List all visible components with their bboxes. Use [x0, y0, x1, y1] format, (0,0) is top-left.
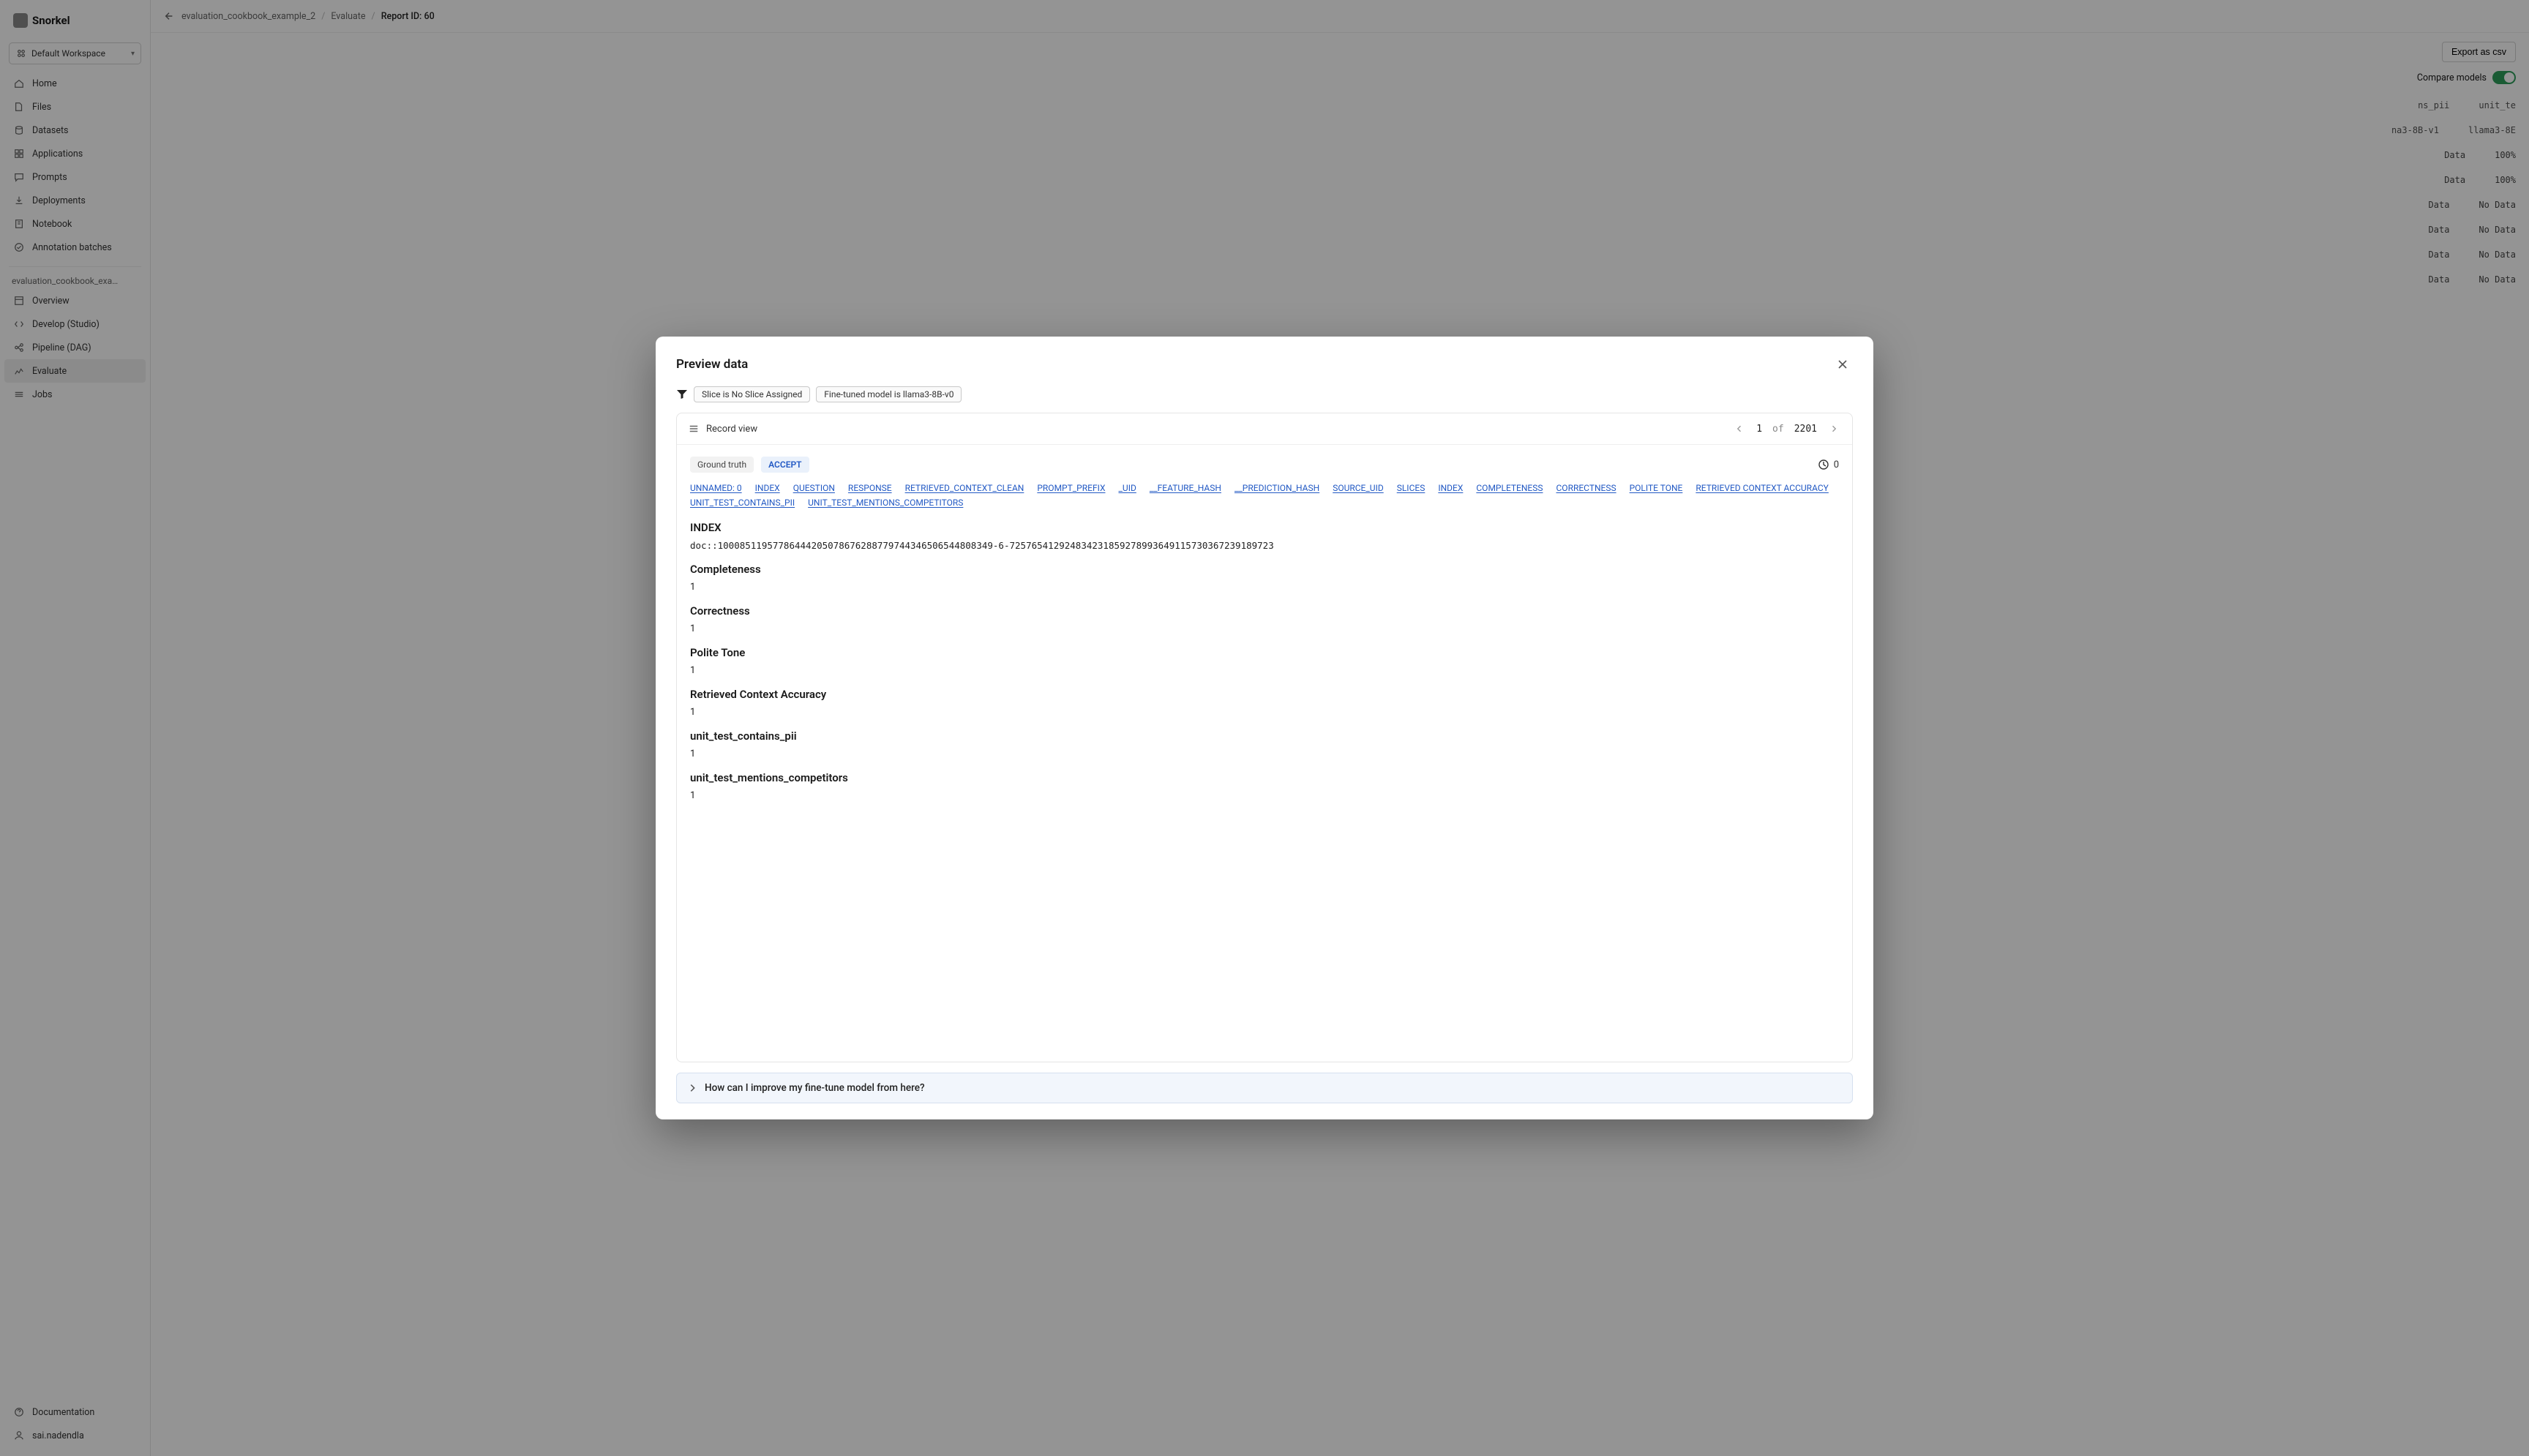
section-title: Polite Tone — [690, 646, 1839, 659]
filter-icon — [676, 389, 688, 400]
section-title: Completeness — [690, 563, 1839, 576]
field-link[interactable]: UNIT_TEST_MENTIONS_COMPETITORS — [808, 498, 963, 508]
filter-chip-slice[interactable]: Slice is No Slice Assigned — [694, 386, 810, 402]
field-link[interactable]: RETRIEVED_CONTEXT_CLEAN — [905, 483, 1024, 493]
field-link[interactable]: INDEX — [755, 483, 780, 493]
chevron-right-icon — [687, 1083, 697, 1093]
sections: INDEXdoc::100085119577864442050786762887… — [690, 521, 1839, 801]
section-value: 1 — [690, 582, 1839, 593]
pager: 1 of 2201 — [1733, 422, 1840, 435]
section-title: INDEX — [690, 521, 1839, 534]
record-section: unit_test_contains_pii 1 — [690, 729, 1839, 759]
help-text: How can I improve my fine-tune model fro… — [705, 1082, 925, 1094]
preview-data-modal: Preview data Slice is No Slice Assigned … — [656, 337, 1873, 1119]
ground-truth-row: Ground truth ACCEPT 0 — [690, 457, 1839, 473]
record-body: Ground truth ACCEPT 0 UNNAMED: 0 INDEX QUE… — [677, 445, 1852, 1062]
section-value: 1 — [690, 665, 1839, 676]
field-link[interactable]: CORRECTNESS — [1556, 483, 1616, 493]
field-link[interactable]: POLITE TONE — [1630, 483, 1683, 493]
accept-pill: ACCEPT — [761, 457, 809, 473]
field-link[interactable]: SOURCE_UID — [1333, 483, 1384, 493]
field-link[interactable]: __PREDICTION_HASH — [1234, 483, 1319, 493]
pager-next[interactable] — [1827, 422, 1840, 435]
section-value: doc::10008511957786444205078676288779744… — [690, 540, 1839, 551]
time-count: 0 — [1834, 459, 1839, 470]
section-title: Correctness — [690, 604, 1839, 618]
record-section: Correctness 1 — [690, 604, 1839, 634]
clock-icon — [1818, 459, 1829, 470]
section-value: 1 — [690, 623, 1839, 634]
field-link[interactable]: COMPLETENESS — [1476, 483, 1543, 493]
field-link[interactable]: UNIT_TEST_CONTAINS_PII — [690, 498, 795, 508]
ground-truth-label: Ground truth — [690, 457, 754, 473]
field-link[interactable]: PROMPT_PREFIX — [1037, 483, 1105, 493]
field-link[interactable]: RESPONSE — [848, 483, 892, 493]
record-view[interactable]: Record view — [689, 424, 757, 435]
record-section: Retrieved Context Accuracy 1 — [690, 688, 1839, 718]
field-link[interactable]: UNNAMED: 0 — [690, 483, 742, 493]
record-section: Polite Tone 1 — [690, 646, 1839, 676]
record-header: Record view 1 of 2201 — [677, 413, 1852, 445]
pager-current: 1 — [1756, 424, 1762, 435]
close-icon — [1837, 359, 1848, 370]
section-title: unit_test_mentions_competitors — [690, 771, 1839, 784]
section-title: unit_test_contains_pii — [690, 729, 1839, 743]
filter-chip-model[interactable]: Fine-tuned model is llama3-8B-v0 — [816, 386, 962, 402]
section-value: 1 — [690, 707, 1839, 718]
field-link[interactable]: RETRIEVED CONTEXT ACCURACY — [1696, 483, 1829, 493]
field-links: UNNAMED: 0 INDEX QUESTION RESPONSE RETRIEVED… — [690, 483, 1839, 508]
section-title: Retrieved Context Accuracy — [690, 688, 1839, 701]
record-view-icon — [689, 424, 699, 434]
modal-overlay[interactable]: Preview data Slice is No Slice Assigned … — [0, 0, 2529, 1456]
modal-title: Preview data — [676, 357, 748, 372]
time-chip: 0 — [1818, 459, 1839, 470]
section-value: 1 — [690, 748, 1839, 759]
section-value: 1 — [690, 790, 1839, 801]
record-card: Record view 1 of 2201 Ground truth ACCEP… — [676, 413, 1853, 1062]
field-link[interactable]: _UID — [1119, 483, 1136, 493]
field-link[interactable]: INDEX — [1438, 483, 1463, 493]
help-banner[interactable]: How can I improve my fine-tune model fro… — [676, 1073, 1853, 1103]
field-link[interactable]: QUESTION — [793, 483, 835, 493]
record-view-label: Record view — [706, 424, 757, 435]
pager-prev[interactable] — [1733, 422, 1746, 435]
field-link[interactable]: __FEATURE_HASH — [1150, 483, 1221, 493]
record-section: Completeness 1 — [690, 563, 1839, 593]
pager-total: 2201 — [1794, 424, 1817, 435]
pager-of: of — [1772, 424, 1784, 435]
close-button[interactable] — [1832, 354, 1853, 375]
modal-header: Preview data — [676, 354, 1853, 375]
record-section: INDEXdoc::100085119577864442050786762887… — [690, 521, 1839, 551]
record-section: unit_test_mentions_competitors 1 — [690, 771, 1839, 801]
field-link[interactable]: SLICES — [1397, 483, 1425, 493]
filter-row: Slice is No Slice Assigned Fine-tuned mo… — [676, 386, 1853, 402]
